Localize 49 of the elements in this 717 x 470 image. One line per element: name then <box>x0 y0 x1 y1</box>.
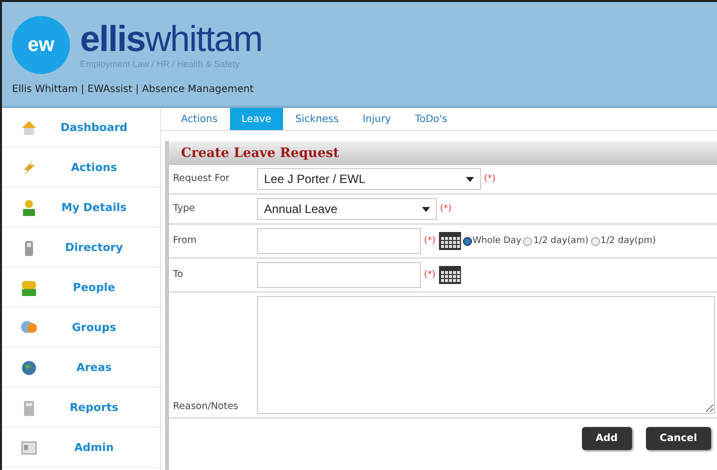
globe-icon <box>20 358 38 376</box>
required-mark: (*) <box>424 236 436 246</box>
tab[interactable]: ToDo's <box>403 108 460 130</box>
sidebar-item[interactable]: My Details <box>2 188 160 228</box>
breadcrumb: Ellis Whittam | EWAssist | Absence Management <box>12 84 255 95</box>
people-icon <box>20 278 38 296</box>
dropdown[interactable]: Lee J Porter / EWL <box>257 168 481 190</box>
sidebar-item[interactable]: Actions <box>2 148 160 188</box>
sidebar-item[interactable]: Directory <box>2 228 160 268</box>
calendar-icon[interactable] <box>438 232 461 250</box>
radio-option[interactable]: Whole Day <box>462 236 522 246</box>
logo-badge: ew <box>12 16 70 74</box>
sidebar-item[interactable]: Admin <box>2 428 160 468</box>
field-label: Request For <box>173 172 230 186</box>
logo: elliswhittam <box>80 21 262 57</box>
sidebar-item[interactable]: Reports <box>2 388 160 428</box>
field-label: Type <box>173 202 196 216</box>
form-button[interactable]: Add <box>582 427 632 450</box>
required-mark: (*) <box>440 204 452 214</box>
panel-title: Create Leave Request <box>169 141 717 165</box>
field-label: From <box>173 234 198 248</box>
sidebar-item[interactable]: Areas <box>2 348 160 388</box>
radio-option[interactable]: 1/2 day(pm) <box>590 236 656 246</box>
id-card-icon <box>20 438 38 456</box>
house-icon <box>20 118 38 136</box>
caret-icon <box>466 176 474 182</box>
tab[interactable]: Sickness <box>283 108 351 130</box>
required-mark: (*) <box>484 174 496 184</box>
sidebar-item[interactable]: Groups <box>2 308 160 348</box>
required-mark: (*) <box>424 270 436 280</box>
radio-button[interactable] <box>590 236 600 246</box>
calendar-icon[interactable] <box>438 266 461 284</box>
caret-icon <box>422 206 430 212</box>
person-icon <box>20 198 38 216</box>
field-label: Reason/Notes <box>173 401 240 414</box>
form-button[interactable]: Cancel <box>646 427 711 450</box>
radio-button[interactable] <box>523 236 532 246</box>
sidebar-item[interactable]: People <box>2 268 160 308</box>
radio-button[interactable] <box>462 236 472 246</box>
tab[interactable]: Actions <box>169 108 230 130</box>
date-field[interactable] <box>257 262 421 288</box>
radio-option[interactable]: 1/2 day(am) <box>523 236 589 246</box>
field-label: To <box>173 268 184 282</box>
date-field[interactable] <box>257 228 421 254</box>
tab[interactable]: Injury <box>350 108 404 130</box>
notes-field[interactable] <box>257 296 715 414</box>
sidebar-item[interactable]: Dashboard <box>2 108 160 148</box>
dropdown[interactable]: Annual Leave <box>257 198 437 220</box>
tab[interactable]: Leave <box>230 108 284 130</box>
